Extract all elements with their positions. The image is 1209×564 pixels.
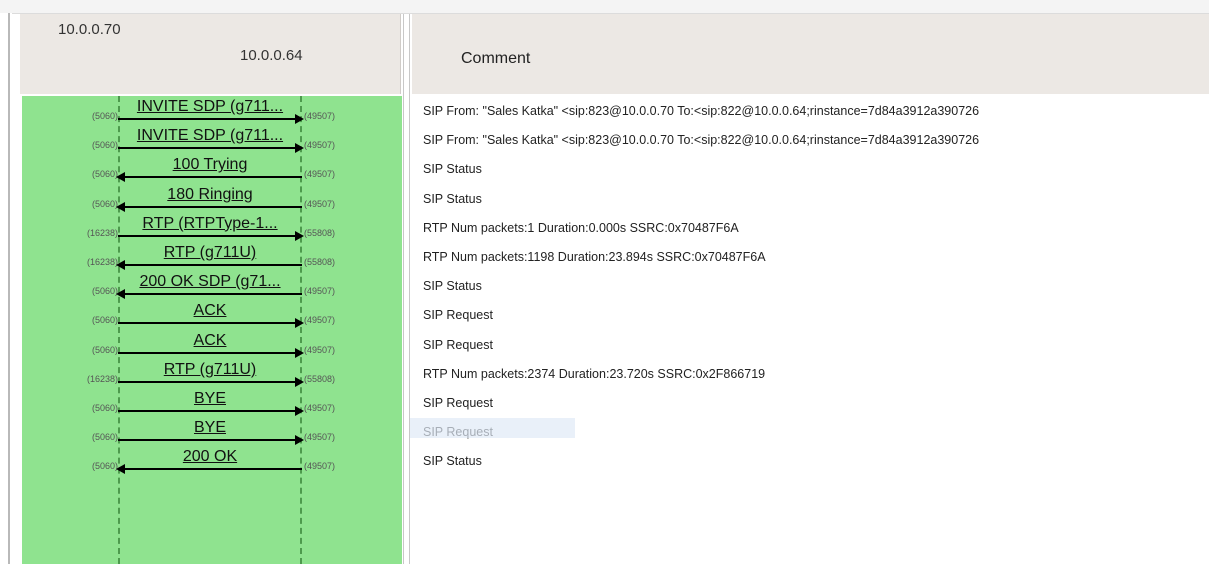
arrow-left-icon bbox=[116, 172, 302, 183]
flow-row[interactable]: (5060) (49507) ACK SIP Request bbox=[0, 332, 1209, 361]
port-right-label: (55808) bbox=[304, 373, 336, 384]
port-left-label: (5060) bbox=[91, 315, 118, 326]
message-label[interactable]: BYE bbox=[120, 390, 300, 408]
port-left-label: (16238) bbox=[86, 373, 118, 384]
port-left-label: (5060) bbox=[91, 111, 118, 121]
flow-row[interactable]: (5060) (49507) INVITE SDP (g711... SIP From… bbox=[0, 127, 1209, 156]
comment-cell: RTP Num packets:2374 Duration:23.720s SS… bbox=[423, 366, 766, 381]
flow-row[interactable]: (5060)(49507)BYESIP Request bbox=[0, 419, 1209, 448]
flow-row[interactable]: (5060) (49507) 100 Trying SIP Status bbox=[0, 156, 1209, 185]
message-label[interactable]: BYE bbox=[120, 419, 300, 437]
host-b-label: 10.0.0.64 bbox=[240, 47, 303, 64]
comment-cell: SIP Request bbox=[423, 308, 493, 323]
host-a-label: 10.0.0.70 bbox=[58, 21, 121, 38]
arrow-left-icon bbox=[116, 464, 302, 475]
port-left-label: (5060) bbox=[91, 344, 118, 355]
selection-overlay bbox=[410, 418, 575, 438]
flow-row[interactable]: (16238) (55808) RTP (RTPType-1... RTP Num p… bbox=[0, 215, 1209, 244]
comment-cell: SIP Request bbox=[423, 396, 493, 410]
port-left-label: (5060) bbox=[91, 169, 118, 180]
message-label[interactable]: ACK bbox=[120, 332, 300, 350]
arrow-right-icon bbox=[118, 230, 304, 241]
comment-cell: SIP Status bbox=[423, 454, 482, 469]
port-right-label: (49507) bbox=[304, 198, 336, 209]
arrow-right-icon bbox=[118, 406, 304, 416]
port-right-label: (49507) bbox=[304, 344, 336, 355]
flow-row[interactable]: (5060) (49507) INVITE SDP (g711... SIP From… bbox=[0, 98, 1209, 127]
flow-row[interactable]: (16238) (55808) RTP (g711U) RTP Num packets… bbox=[0, 244, 1209, 273]
port-left-label: (5060) bbox=[91, 432, 118, 443]
port-right-label: (49507) bbox=[304, 286, 336, 297]
port-right-label: (49507) bbox=[304, 111, 336, 121]
comment-cell: RTP Num packets:1198 Duration:23.894s SS… bbox=[423, 250, 766, 264]
port-left-label: (5060) bbox=[91, 198, 118, 209]
comment-column-title: Comment bbox=[461, 50, 531, 67]
port-left-label: (5060) bbox=[91, 461, 118, 472]
message-label[interactable]: RTP (RTPType-1... bbox=[120, 215, 300, 233]
flow-row[interactable]: (5060) (49507) ACK SIP Request bbox=[0, 302, 1209, 331]
arrow-left-icon bbox=[116, 201, 302, 212]
message-label[interactable]: 200 OK bbox=[120, 448, 300, 466]
comment-column-header[interactable] bbox=[412, 14, 1209, 94]
arrow-right-icon bbox=[118, 143, 304, 154]
flow-row[interactable]: (5060) (49507) BYE SIP Request bbox=[0, 390, 1209, 419]
comment-cell: SIP Status bbox=[423, 162, 482, 177]
arrow-left-icon bbox=[116, 289, 302, 300]
flow-row[interactable]: (16238) (55808) RTP (g711U) RTP Num packets… bbox=[0, 361, 1209, 390]
message-label[interactable]: ACK bbox=[120, 302, 300, 320]
message-label[interactable]: 200 OK SDP (g71... bbox=[120, 273, 300, 291]
port-right-label: (49507) bbox=[304, 432, 336, 443]
arrow-right-icon bbox=[118, 435, 304, 446]
message-label[interactable]: RTP (g711U) bbox=[120, 244, 300, 262]
comment-cell: SIP From: "Sales Katka" <sip:823@10.0.0.… bbox=[423, 104, 980, 118]
message-label[interactable]: RTP (g711U) bbox=[120, 361, 300, 379]
message-label[interactable]: INVITE SDP (g711... bbox=[120, 98, 300, 116]
top-strip bbox=[0, 0, 1209, 14]
arrow-right-icon bbox=[118, 376, 304, 387]
flow-row[interactable]: (5060) (49507) 180 Ringing SIP Status bbox=[0, 186, 1209, 215]
comment-cell: RTP Num packets:1 Duration:0.000s SSRC:0… bbox=[423, 220, 739, 235]
arrow-right-icon bbox=[118, 347, 304, 358]
port-right-label: (49507) bbox=[304, 315, 336, 326]
arrow-right-icon bbox=[118, 114, 304, 124]
port-left-label: (16238) bbox=[86, 257, 118, 267]
comment-cell: SIP Status bbox=[423, 279, 482, 294]
port-left-label: (5060) bbox=[91, 403, 118, 413]
port-right-label: (55808) bbox=[304, 227, 336, 238]
comment-cell: SIP Request bbox=[423, 337, 493, 352]
port-left-label: (5060) bbox=[91, 286, 118, 297]
comment-cell: SIP From: "Sales Katka" <sip:823@10.0.0.… bbox=[423, 133, 980, 148]
arrow-left-icon bbox=[116, 260, 302, 270]
port-left-label: (5060) bbox=[91, 140, 118, 151]
port-right-label: (49507) bbox=[304, 140, 336, 151]
comment-cell: SIP Status bbox=[423, 191, 482, 206]
port-right-label: (49507) bbox=[304, 461, 336, 472]
message-label[interactable]: 100 Trying bbox=[120, 156, 300, 174]
port-left-label: (16238) bbox=[86, 227, 118, 238]
arrow-right-icon bbox=[118, 318, 304, 329]
flow-row[interactable]: (5060) (49507) 200 OK SIP Status bbox=[0, 448, 1209, 477]
port-right-label: (49507) bbox=[304, 403, 336, 413]
flow-row[interactable]: (5060) (49507) 200 OK SDP (g71... SIP Statu… bbox=[0, 273, 1209, 302]
port-right-label: (55808) bbox=[304, 257, 336, 267]
message-label[interactable]: INVITE SDP (g711... bbox=[120, 127, 300, 145]
port-right-label: (49507) bbox=[304, 169, 336, 180]
message-label[interactable]: 180 Ringing bbox=[120, 186, 300, 204]
